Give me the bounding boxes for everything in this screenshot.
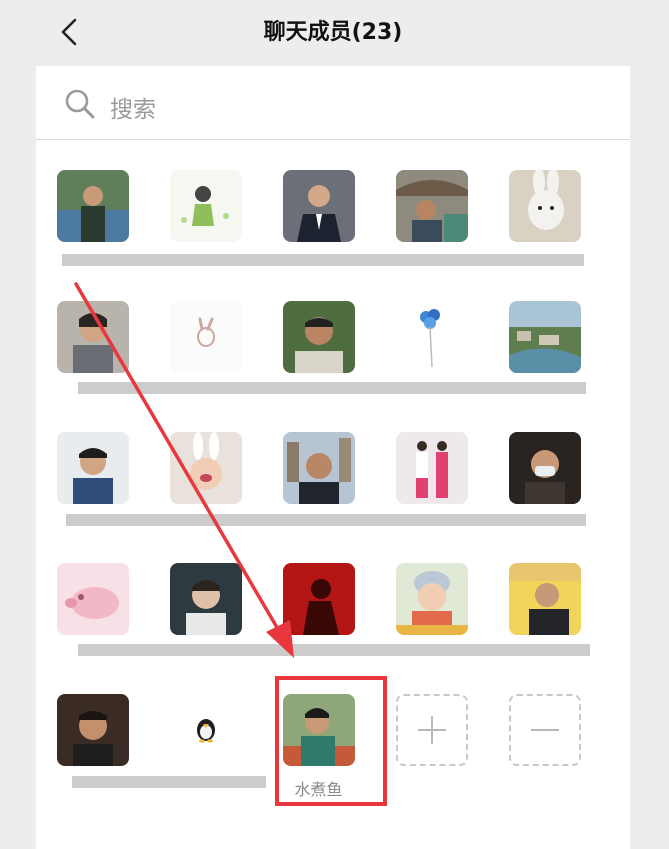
member-item[interactable] [262,563,375,693]
avatar [396,563,468,635]
member-item[interactable] [262,170,375,300]
member-item[interactable] [149,170,262,300]
avatar [170,432,242,504]
redaction-bar [78,382,586,394]
avatar [509,432,581,504]
avatar [509,563,581,635]
avatar [170,694,242,766]
page-title: 聊天成员(23) [263,20,403,45]
avatar [396,432,468,504]
remove-member-box[interactable] [509,694,581,766]
add-member-button[interactable] [375,694,488,824]
avatar [283,432,355,504]
member-item[interactable] [375,432,488,562]
plus-icon [418,716,446,744]
member-item[interactable] [149,301,262,431]
member-item[interactable] [488,563,601,693]
member-item[interactable] [488,432,601,562]
avatar [170,563,242,635]
redaction-bar [66,514,586,526]
avatar [283,170,355,242]
avatar [396,170,468,242]
avatar [170,170,242,242]
member-item[interactable] [36,694,149,824]
avatar [396,301,468,373]
redaction-bar [78,644,590,656]
member-item[interactable] [262,432,375,562]
member-item[interactable] [36,170,149,300]
redaction-bar [62,254,584,266]
member-item[interactable] [149,432,262,562]
member-item[interactable] [36,301,149,431]
avatar [57,301,129,373]
member-item[interactable] [36,432,149,562]
avatar [509,170,581,242]
member-item[interactable] [375,301,488,431]
avatar [283,563,355,635]
avatar [509,301,581,373]
member-item[interactable] [149,563,262,693]
avatar [170,301,242,373]
avatar [57,432,129,504]
remove-member-button[interactable] [488,694,601,824]
minus-icon [531,729,559,731]
avatar [57,694,129,766]
member-item[interactable] [488,170,601,300]
member-item[interactable] [262,301,375,431]
add-member-box[interactable] [396,694,468,766]
member-item[interactable] [375,563,488,693]
avatar [57,170,129,242]
highlight-frame [275,676,387,806]
member-item[interactable] [375,170,488,300]
member-item[interactable] [488,301,601,431]
member-item[interactable] [36,563,149,693]
avatar [57,563,129,635]
member-item[interactable] [149,694,262,824]
avatar [283,301,355,373]
redaction-bar [72,776,266,788]
nav-header: 聊天成员(23) [36,0,630,66]
